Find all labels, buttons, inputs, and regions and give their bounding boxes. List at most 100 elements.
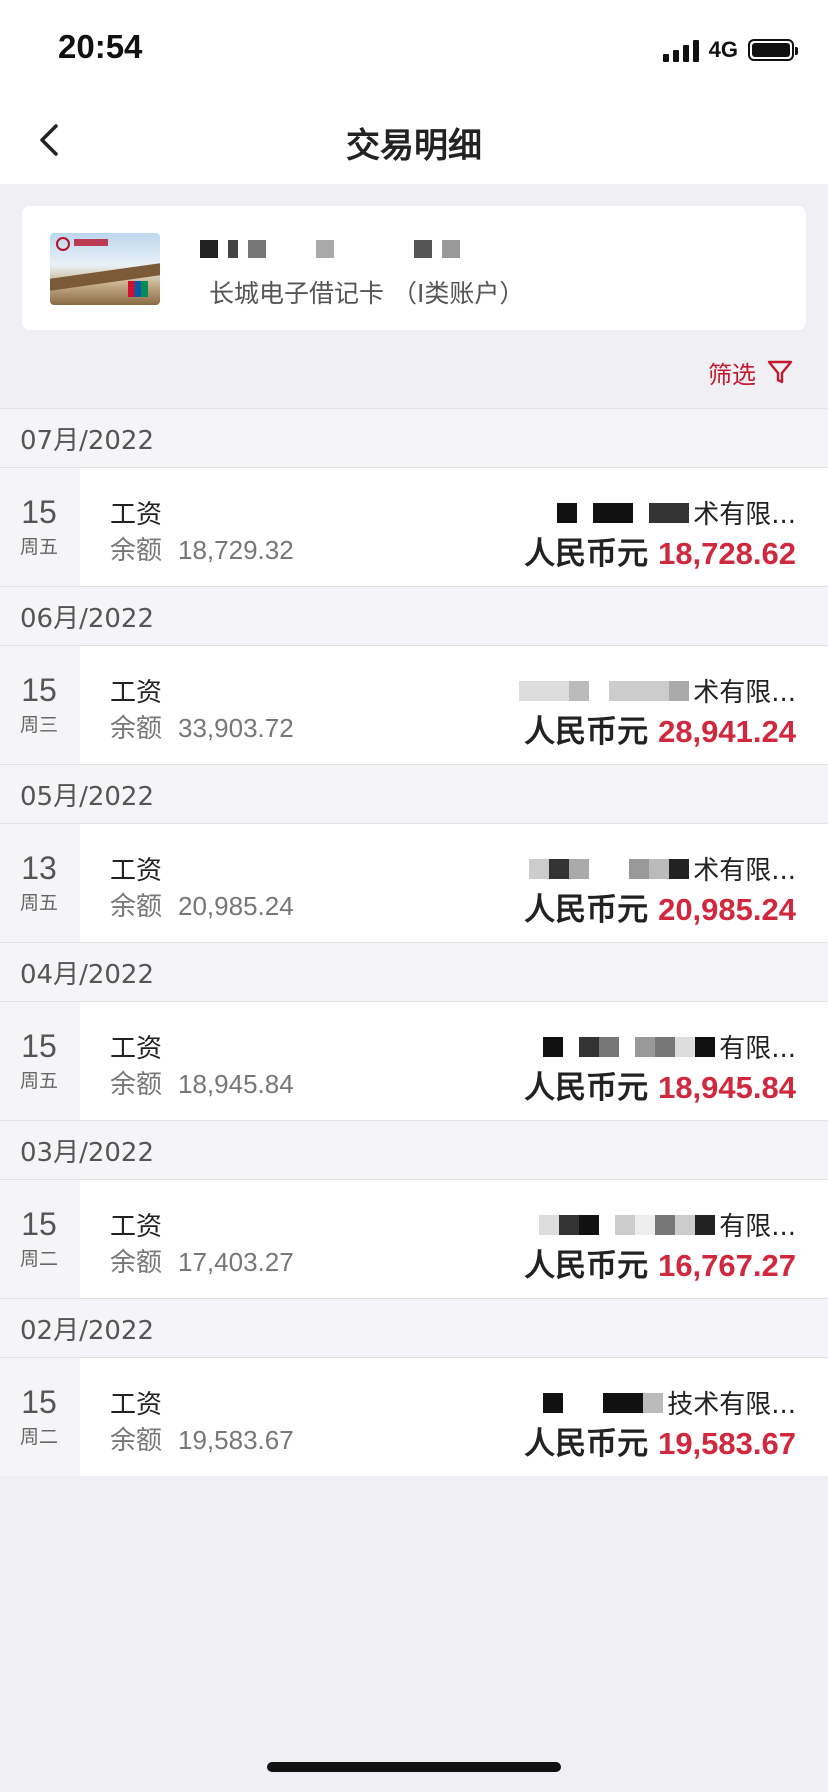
balance-value: 18,945.84 — [178, 1069, 294, 1099]
month-header: 05月/2022 — [0, 764, 828, 824]
tx-balance: 余额 18,945.84 — [110, 1064, 294, 1101]
transaction-row[interactable]: 15 周五 工资 余额 18,729.32 术有限... 人民币元 18,728.6… — [0, 468, 828, 586]
date-column: 15 周五 — [0, 468, 80, 586]
currency-label: 人民币元 — [524, 536, 649, 572]
balance-value: 18,729.32 — [178, 535, 294, 565]
month-header: 02月/2022 — [0, 1298, 828, 1358]
tx-amount: 人民币元 16,767.27 — [524, 1240, 796, 1285]
tx-balance: 余额 33,903.72 — [110, 708, 294, 745]
status-indicators: 4G — [662, 36, 798, 64]
signal-icon — [662, 38, 699, 62]
balance-label: 余额 — [110, 1070, 163, 1100]
counterparty-text: 术有限... — [693, 678, 796, 708]
network-type: 4G — [708, 37, 738, 62]
amount-value: 16,767.27 — [658, 1248, 796, 1283]
tx-day: 15 — [21, 1028, 57, 1064]
balance-label: 余额 — [110, 1248, 163, 1278]
tx-weekday: 周三 — [19, 714, 58, 736]
tx-weekday: 周二 — [19, 1426, 58, 1448]
tx-day: 15 — [21, 1206, 57, 1242]
tx-weekday: 周五 — [19, 1070, 58, 1092]
tx-balance: 余额 20,985.24 — [110, 886, 294, 923]
status-bar: 20:54 4G — [0, 0, 828, 96]
tx-amount: 人民币元 20,985.24 — [524, 884, 796, 929]
nav-bar: 交易明细 — [0, 96, 828, 184]
tx-balance: 余额 18,729.32 — [110, 530, 294, 567]
tx-weekday: 周二 — [19, 1248, 58, 1270]
card-number-masked — [200, 236, 460, 262]
tx-balance: 余额 19,583.67 — [110, 1420, 294, 1457]
date-column: 15 周二 — [0, 1180, 80, 1298]
transaction-row[interactable]: 13 周五 工资 余额 20,985.24 术有限... 人民币元 20,985.2… — [0, 824, 828, 942]
tx-counterparty: 有限... — [543, 1028, 796, 1065]
redaction-mask — [519, 680, 690, 701]
balance-label: 余额 — [110, 714, 163, 744]
amount-value: 18,728.62 — [658, 536, 796, 571]
card-type-label: 长城电子借记卡 （I类账户） — [209, 279, 525, 308]
month-header: 03月/2022 — [0, 1120, 828, 1180]
month-header: 04月/2022 — [0, 942, 828, 1002]
tx-counterparty: 技术有限... — [543, 1384, 796, 1421]
redaction-mask — [539, 1214, 716, 1235]
month-header: 06月/2022 — [0, 586, 828, 646]
currency-label: 人民币元 — [524, 1248, 649, 1284]
filter-button[interactable]: 筛选 — [708, 356, 794, 389]
currency-label: 人民币元 — [524, 892, 649, 928]
balance-label: 余额 — [110, 1426, 163, 1456]
transaction-row[interactable]: 15 周三 工资 余额 33,903.72 术有限... 人民币元 28,941.2… — [0, 646, 828, 764]
tx-day: 15 — [21, 494, 57, 530]
filter-icon — [767, 360, 793, 384]
tx-amount: 人民币元 18,728.62 — [524, 528, 796, 573]
tx-weekday: 周五 — [19, 892, 58, 914]
battery-icon — [748, 39, 798, 61]
balance-value: 20,985.24 — [178, 891, 294, 921]
transaction-row[interactable]: 15 周二 工资 余额 17,403.27 有限... 人民币元 16,767.27 — [0, 1180, 828, 1298]
account-card[interactable]: 长城电子借记卡 （I类账户） — [22, 206, 806, 330]
redaction-mask — [529, 858, 690, 879]
balance-label: 余额 — [110, 536, 163, 566]
transaction-row[interactable]: 15 周二 工资 余额 19,583.67 技术有限... 人民币元 19,583.… — [0, 1358, 828, 1476]
tx-amount: 人民币元 28,941.24 — [524, 706, 796, 751]
date-column: 15 周二 — [0, 1358, 80, 1476]
bank-card-image — [50, 233, 160, 305]
tx-weekday: 周五 — [19, 536, 58, 558]
amount-value: 18,945.84 — [658, 1070, 796, 1105]
balance-value: 33,903.72 — [178, 713, 294, 743]
counterparty-text: 术有限... — [693, 500, 796, 530]
home-indicator[interactable] — [267, 1762, 561, 1772]
tx-counterparty: 术有限... — [557, 494, 796, 531]
counterparty-text: 技术有限... — [667, 1390, 796, 1420]
filter-label: 筛选 — [708, 360, 756, 389]
tx-day: 13 — [21, 850, 57, 886]
currency-label: 人民币元 — [524, 1426, 649, 1462]
tx-type: 工资 — [110, 678, 163, 708]
counterparty-text: 有限... — [719, 1212, 796, 1242]
currency-label: 人民币元 — [524, 1070, 649, 1106]
currency-label: 人民币元 — [524, 714, 649, 750]
redaction-mask — [543, 1392, 664, 1413]
redaction-mask — [543, 1036, 716, 1057]
tx-type: 工资 — [110, 1212, 163, 1242]
date-column: 13 周五 — [0, 824, 80, 942]
balance-value: 19,583.67 — [178, 1425, 294, 1455]
status-time: 20:54 — [58, 28, 143, 65]
tx-amount: 人民币元 19,583.67 — [524, 1418, 796, 1463]
tx-counterparty: 术有限... — [519, 672, 796, 709]
tx-type: 工资 — [110, 1034, 163, 1064]
counterparty-text: 术有限... — [693, 856, 796, 886]
transaction-row[interactable]: 15 周五 工资 余额 18,945.84 有限... 人民币元 18,945.84 — [0, 1002, 828, 1120]
month-header: 07月/2022 — [0, 408, 828, 468]
balance-label: 余额 — [110, 892, 163, 922]
tx-type: 工资 — [110, 1390, 163, 1420]
balance-value: 17,403.27 — [178, 1247, 294, 1277]
tx-type: 工资 — [110, 856, 163, 886]
tx-day: 15 — [21, 672, 57, 708]
tx-type: 工资 — [110, 500, 163, 530]
tx-amount: 人民币元 18,945.84 — [524, 1062, 796, 1107]
date-column: 15 周三 — [0, 646, 80, 764]
amount-value: 28,941.24 — [658, 714, 796, 749]
tx-counterparty: 术有限... — [529, 850, 796, 887]
counterparty-text: 有限... — [719, 1034, 796, 1064]
transaction-list: 07月/2022 15 周五 工资 余额 18,729.32 术有限... 人民币… — [0, 408, 828, 1476]
page-title: 交易明细 — [346, 126, 482, 166]
